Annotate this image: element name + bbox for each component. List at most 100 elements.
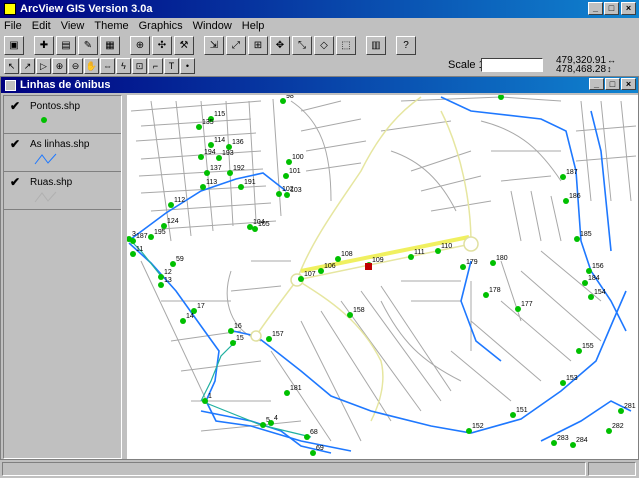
bus-stop[interactable]: 98 <box>280 95 294 104</box>
help-button[interactable]: ? <box>396 35 416 55</box>
bus-stop[interactable]: 14 <box>180 313 194 324</box>
bus-stop[interactable]: 178 <box>483 287 501 298</box>
bus-stop[interactable]: 68 <box>304 429 318 440</box>
bus-stop[interactable]: 11 <box>130 246 143 257</box>
zoom-in-tool-button[interactable]: ⊕ <box>52 58 67 74</box>
theme-properties-button[interactable]: ▤ <box>56 35 76 55</box>
bus-stop-label: 106 <box>324 263 336 270</box>
save-icon: ▣ <box>9 39 19 51</box>
view-maximize-button[interactable]: □ <box>605 78 620 90</box>
bus-stop[interactable]: 135 <box>196 119 214 130</box>
bus-stop[interactable]: 114 <box>208 137 225 148</box>
zoom-selected-button[interactable]: ⊞ <box>248 35 268 55</box>
edit-legend-button[interactable]: ✎ <box>78 35 98 55</box>
select-feature-button[interactable]: ▷ <box>36 58 51 74</box>
bus-stop[interactable]: 187 <box>560 169 578 180</box>
bus-stop[interactable]: 15 <box>230 335 244 346</box>
toc-item-linhas[interactable]: ✔ As linhas.shp <box>4 134 121 172</box>
toc-item-pontos[interactable]: ✔ Pontos.shp <box>4 96 121 134</box>
find-button[interactable]: ⊕ <box>130 35 150 55</box>
area-of-interest-button[interactable]: ⊡ <box>132 58 147 74</box>
bus-stop-label: 195 <box>154 229 166 236</box>
bus-stop[interactable]: 155 <box>576 343 594 354</box>
bus-stop[interactable]: 185 <box>574 231 592 242</box>
bus-stop[interactable]: 191 <box>238 179 256 190</box>
text-button[interactable]: T <box>164 58 179 74</box>
theme-name: Pontos.shp <box>30 101 81 112</box>
bus-stop[interactable]: 177 <box>515 301 533 312</box>
bus-stop[interactable]: 100 <box>286 154 304 165</box>
view-close-button[interactable]: × <box>621 78 636 90</box>
bus-stop-label: 114 <box>214 137 225 144</box>
scale-input[interactable] <box>481 58 543 72</box>
bus-stop[interactable]: 194 <box>198 149 216 160</box>
pan-button[interactable]: ✋ <box>84 58 99 74</box>
zoom-out-button[interactable]: ⤡ <box>292 35 312 55</box>
bus-stop[interactable]: 158 <box>347 307 365 318</box>
maximize-button[interactable]: □ <box>604 2 619 15</box>
menubar: File Edit View Theme Graphics Window Hel… <box>0 18 639 34</box>
menu-theme[interactable]: Theme <box>94 20 128 32</box>
bus-stop-label: 12 <box>164 269 172 276</box>
locate-button[interactable]: ✣ <box>152 35 172 55</box>
bus-stop[interactable]: 281 <box>618 403 636 414</box>
bus-stop[interactable]: 284 <box>570 437 588 448</box>
save-button[interactable]: ▣ <box>4 35 24 55</box>
bus-stop[interactable]: 195 <box>148 229 166 240</box>
bus-stop[interactable]: 193 <box>216 150 234 161</box>
view-minimize-button[interactable]: _ <box>589 78 604 90</box>
bus-stop[interactable]: 184 <box>582 275 600 286</box>
bus-stop-label: 17 <box>197 303 205 310</box>
app-title: ArcView GIS Version 3.0a <box>20 3 153 15</box>
toc-item-ruas[interactable]: ✔ Ruas.shp <box>4 172 121 210</box>
locate-icon: ✣ <box>157 39 167 51</box>
menu-view[interactable]: View <box>61 20 85 32</box>
theme-visible-checkbox[interactable]: ✔ <box>10 99 20 113</box>
bus-stop-label: 179 <box>466 259 478 266</box>
measure-button[interactable]: ⇔ <box>100 58 115 74</box>
label-button[interactable]: ⌐ <box>148 58 163 74</box>
vertex-edit-button[interactable]: ↗ <box>20 58 35 74</box>
bus-stop-label: 11 <box>136 246 143 253</box>
draw-point-button[interactable]: • <box>180 58 195 74</box>
bus-stop[interactable]: 69 <box>310 445 324 456</box>
menu-file[interactable]: File <box>4 20 22 32</box>
theme-properties-icon: ▤ <box>61 39 71 51</box>
menu-graphics[interactable]: Graphics <box>139 20 183 32</box>
selected-stop-marker[interactable] <box>365 263 372 270</box>
bus-stop[interactable]: 157 <box>266 331 284 342</box>
bus-stop[interactable]: 181 <box>284 385 302 396</box>
menu-help[interactable]: Help <box>242 20 265 32</box>
zoom-out-tool-button[interactable]: ⊖ <box>68 58 83 74</box>
bus-stop-label: 178 <box>489 287 501 294</box>
bus-stop[interactable]: 154 <box>588 289 606 300</box>
zoom-in-icon: ✥ <box>275 39 285 51</box>
zoom-full-button[interactable]: ⇲ <box>204 35 224 55</box>
bus-stop[interactable]: 59 <box>170 256 184 267</box>
zoom-in-button[interactable]: ✥ <box>270 35 290 55</box>
close-button[interactable]: × <box>621 2 636 15</box>
theme-visible-checkbox[interactable]: ✔ <box>10 137 20 151</box>
bus-stop[interactable]: 124 <box>161 218 179 229</box>
open-table-button[interactable]: ▦ <box>100 35 120 55</box>
menu-window[interactable]: Window <box>193 20 232 32</box>
map-display[interactable]: 98 115 135 114 136 194 193 100 101 137 192 113 191 10… <box>127 95 638 459</box>
bus-stop[interactable]: 180 <box>490 255 508 266</box>
add-theme-button[interactable]: ✚ <box>34 35 54 55</box>
map-canvas[interactable]: 98115135114 136194 193100101137 192113 19110… <box>127 95 638 459</box>
layout-button[interactable]: ▥ <box>366 35 386 55</box>
bus-stop[interactable]: 101 <box>283 168 301 179</box>
bus-stop[interactable]: 283 <box>551 435 569 446</box>
zoom-active-button[interactable]: ⤢ <box>226 35 246 55</box>
bus-stop-label: 281 <box>624 403 636 410</box>
pointer-button[interactable]: ↖ <box>4 58 19 74</box>
theme-visible-checkbox[interactable]: ✔ <box>10 175 20 189</box>
hotlink-button[interactable]: ϟ <box>116 58 131 74</box>
query-builder-button[interactable]: ⚒ <box>174 35 194 55</box>
bus-stop[interactable]: 282 <box>606 423 624 434</box>
select-none-button[interactable]: ⬚ <box>336 35 356 55</box>
zoom-previous-button[interactable]: ◇ <box>314 35 334 55</box>
bus-stop[interactable]: 107 <box>298 271 316 282</box>
menu-edit[interactable]: Edit <box>32 20 51 32</box>
minimize-button[interactable]: _ <box>588 2 603 15</box>
